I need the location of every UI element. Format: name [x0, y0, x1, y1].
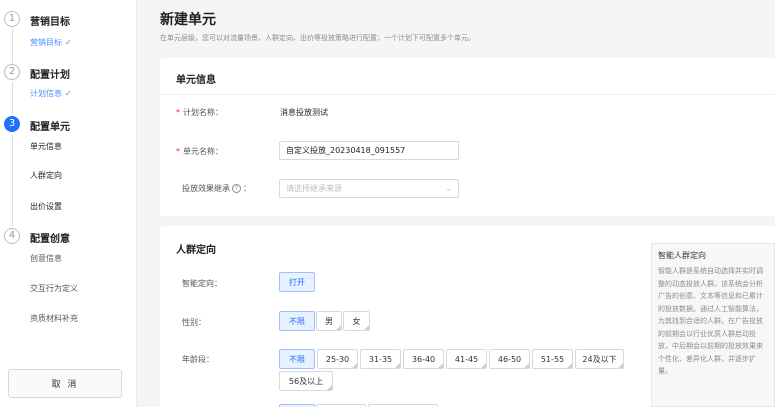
label-text: 单元名称：	[183, 147, 223, 156]
check-icon: ✓	[65, 89, 72, 98]
step-sub-label: 营销目标	[30, 38, 62, 47]
page-title: 新建单元	[160, 12, 216, 28]
corner-mark	[327, 385, 332, 390]
smart-targeting-label: 智能定向：	[182, 279, 222, 288]
age-option-25-30[interactable]: 25-30	[317, 349, 358, 369]
gender-label: 性别：	[182, 318, 206, 327]
step-number-4: 4	[4, 228, 20, 244]
unit-name-input[interactable]: 自定义投放_20230418_091557	[279, 141, 459, 160]
corner-mark	[567, 363, 572, 368]
step-sub-label: 计划信息	[30, 89, 62, 98]
step-title-unit-config[interactable]: 配置单元	[30, 118, 70, 133]
age-option-41-45[interactable]: 41-45	[446, 349, 487, 369]
option-label: 36-40	[411, 354, 436, 364]
corner-mark	[352, 363, 357, 368]
step-connector	[12, 29, 13, 63]
sidebar-item-bid[interactable]: 出价设置	[30, 201, 62, 212]
step-number-1: 1	[4, 11, 20, 27]
corner-mark	[364, 325, 369, 330]
sidebar-item-audience[interactable]: 人群定向	[30, 170, 62, 181]
option-label: 25-30	[325, 354, 350, 364]
plan-name-label: * 计划名称：	[176, 107, 223, 118]
chevron-down-icon: ⌄	[445, 184, 452, 193]
plan-name-value: 消息投放测试	[280, 108, 328, 117]
targeting-title: 人群定向	[176, 245, 216, 256]
required-mark: *	[176, 108, 180, 117]
corner-mark	[438, 363, 443, 368]
unit-name-label: * 单元名称：	[176, 146, 223, 157]
age-option-46-50[interactable]: 46-50	[489, 349, 530, 369]
label-colon: ：	[243, 184, 251, 193]
option-label: 41-45	[454, 354, 479, 364]
cancel-button[interactable]: 取 消	[8, 369, 122, 398]
corner-mark	[524, 363, 529, 368]
step-sub-marketing-goal[interactable]: 营销目标 ✓	[30, 37, 72, 48]
option-label: 24及以下	[582, 354, 617, 364]
sidebar-item-qualification[interactable]: 资质材料补充	[30, 313, 78, 324]
sidebar: 1 营销目标 营销目标 ✓ 2 配置计划 计划信息 ✓ 3 配置单元 单元信息 人群…	[0, 0, 137, 407]
option-label: 31-35	[368, 354, 393, 364]
page-description: 在单元层级，您可以对流量场景、人群定向、出价等投放策略进行配置；一个计划下可配置…	[160, 34, 475, 42]
label-text: 计划名称：	[183, 108, 223, 117]
sidebar-item-unit-info[interactable]: 单元信息	[30, 141, 62, 152]
corner-mark	[618, 363, 623, 368]
step-number-3: 3	[4, 116, 20, 132]
step-title-marketing-goal[interactable]: 营销目标	[30, 13, 70, 28]
corner-mark	[481, 363, 486, 368]
smart-targeting-tooltip: 智能人群定向 智能人群是系统自动选择并实时调整的动态投放人群。该系统会分析广告的…	[651, 243, 775, 407]
gender-option-any[interactable]: 不限	[279, 311, 315, 331]
tooltip-body: 智能人群是系统自动选择并实时调整的动态投放人群。该系统会分析广告的创意、文本等信…	[658, 267, 763, 375]
step-connector	[12, 134, 13, 226]
option-label: 女	[352, 316, 361, 326]
required-mark: *	[176, 147, 180, 156]
age-option-31-35[interactable]: 31-35	[360, 349, 401, 369]
inherit-select[interactable]: 请选择继承来源 ⌄	[279, 179, 459, 198]
check-icon: ✓	[65, 38, 72, 47]
age-option-51-55[interactable]: 51-55	[532, 349, 573, 369]
gender-option-male[interactable]: 男	[316, 311, 342, 331]
sidebar-item-creative-info[interactable]: 创意信息	[30, 253, 62, 264]
age-option-24-below[interactable]: 24及以下	[575, 349, 624, 369]
age-option-36-40[interactable]: 36-40	[403, 349, 444, 369]
help-icon[interactable]: ?	[232, 184, 241, 193]
gender-option-female[interactable]: 女	[343, 311, 370, 331]
age-option-56-above[interactable]: 56及以上	[279, 371, 333, 391]
corner-mark	[395, 363, 400, 368]
unit-info-title: 单元信息	[176, 75, 216, 86]
inherit-label: 投放效果继承?：	[182, 183, 251, 194]
tooltip-title: 智能人群定向	[658, 251, 706, 260]
step-sub-plan-info[interactable]: 计划信息 ✓	[30, 88, 72, 99]
sidebar-item-interaction[interactable]: 交互行为定义	[30, 283, 78, 294]
label-text: 投放效果继承	[182, 184, 230, 193]
option-label: 男	[325, 316, 333, 326]
step-title-creative-config[interactable]: 配置创意	[30, 230, 70, 245]
age-option-any[interactable]: 不限	[279, 349, 315, 369]
smart-targeting-on-button[interactable]: 打开	[279, 272, 315, 292]
unit-info-card: 单元信息 * 计划名称： 消息投放测试 * 单元名称： 自定义投放_20230418…	[160, 58, 775, 216]
corner-mark	[336, 325, 341, 330]
select-placeholder: 请选择继承来源	[286, 184, 342, 193]
option-label: 46-50	[497, 354, 522, 364]
age-label: 年龄段：	[182, 355, 214, 364]
divider	[160, 94, 775, 95]
option-label: 56及以上	[288, 376, 324, 386]
step-connector	[12, 82, 13, 116]
step-number-2: 2	[4, 64, 20, 80]
option-label: 51-55	[540, 354, 565, 364]
step-title-plan-config[interactable]: 配置计划	[30, 66, 70, 81]
